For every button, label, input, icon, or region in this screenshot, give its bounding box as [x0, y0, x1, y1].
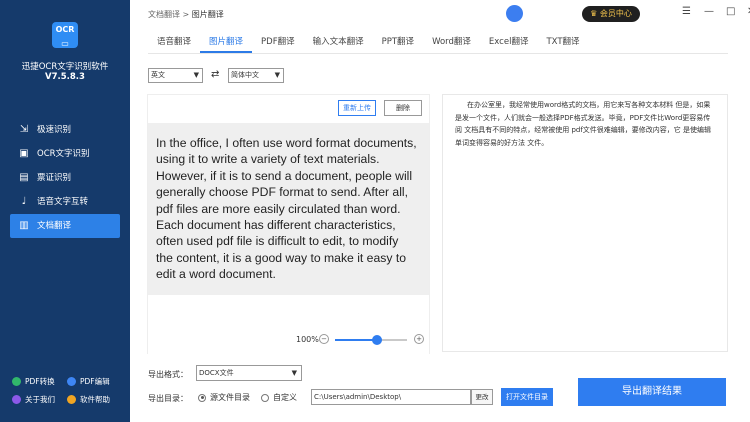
sidebar: OCR ▭ 迅捷OCR文字识别软件 V7.5.8.3 ⇲ 极速识别 ▣ OCR文字识别… — [0, 0, 130, 422]
zoom-slider-handle[interactable] — [371, 335, 382, 345]
speed-icon: ⇲ — [19, 124, 29, 135]
tab-word[interactable]: Word翻译 — [423, 30, 480, 53]
export-dir-label: 导出目录： — [148, 394, 188, 403]
sidebar-nav: ⇲ 极速识别 ▣ OCR文字识别 ▤ 票证识别 ♩ 语音文字互转 ▥ 文档翻译 — [10, 118, 120, 238]
sidebar-item-label: 语音文字互转 — [37, 197, 89, 207]
swap-language-icon[interactable]: ⇄ — [211, 69, 219, 80]
target-language-select[interactable]: 简体中文 ▼ — [228, 68, 284, 83]
translation-panel: 在办公室里，我经常使用word格式的文档，用它来写各种文本材料 但是，如果是发一… — [442, 94, 728, 352]
sidebar-item-label: OCR文字识别 — [37, 149, 90, 159]
radio-source-dir[interactable]: 源文件目录 — [198, 392, 250, 403]
sidebar-item-doc-translate[interactable]: ▥ 文档翻译 — [10, 214, 120, 238]
delete-button[interactable]: 删除 — [384, 100, 422, 116]
translated-text: 在办公室里，我经常使用word格式的文档，用它来写各种文本材料 但是，如果是发一… — [455, 101, 712, 147]
app-logo: OCR ▭ — [52, 22, 78, 48]
tab-pdf[interactable]: PDF翻译 — [252, 30, 304, 53]
help-icon — [67, 395, 76, 404]
sidebar-item-speech[interactable]: ♩ 语音文字互转 — [10, 190, 120, 214]
reupload-button[interactable]: 重新上传 — [338, 100, 376, 116]
tab-image[interactable]: 图片翻译 — [200, 30, 253, 53]
export-path-input[interactable]: C:\Users\admin\Desktop\ — [311, 389, 471, 405]
breadcrumb: 文档翻译 > 图片翻译 — [148, 10, 224, 19]
tab-txt[interactable]: TXT翻译 — [537, 30, 588, 53]
topbar: 文档翻译 > 图片翻译 ♛ 会员中心 ☰ — □ ✕ — [130, 0, 750, 28]
zoom-label: 100% — [296, 335, 319, 344]
app-version: V7.5.8.3 — [45, 72, 85, 82]
ticket-icon: ▤ — [19, 172, 29, 183]
radio-custom-dir-indicator — [261, 393, 269, 402]
sidebar-item-ticket[interactable]: ▤ 票证识别 — [10, 166, 120, 190]
about-link[interactable]: 关于我们 — [12, 394, 67, 405]
doc-icon: ▥ — [19, 220, 29, 231]
user-avatar[interactable] — [506, 5, 523, 22]
pdf-convert-icon — [12, 377, 21, 386]
change-path-button[interactable]: 更改 — [471, 389, 493, 405]
radio-custom-dir[interactable]: 自定义 — [261, 392, 297, 403]
radio-source-dir-indicator — [198, 393, 206, 402]
mic-icon: ♩ — [21, 196, 27, 207]
sidebar-item-fast-recognition[interactable]: ⇲ 极速识别 — [10, 118, 120, 142]
pdf-edit-link[interactable]: PDF编辑 — [67, 376, 122, 387]
sidebar-item-label: 票证识别 — [37, 173, 72, 183]
export-result-button[interactable]: 导出翻译结果 — [578, 378, 726, 406]
sidebar-item-ocr[interactable]: ▣ OCR文字识别 — [10, 142, 120, 166]
maximize-icon[interactable]: □ — [726, 6, 735, 17]
tab-excel[interactable]: Excel翻译 — [480, 30, 538, 53]
menu-icon[interactable]: ☰ — [682, 6, 691, 17]
pdf-edit-icon — [67, 377, 76, 386]
source-text: In the office, I often use word format d… — [156, 136, 417, 282]
tab-input-text[interactable]: 输入文本翻译 — [304, 30, 373, 53]
sidebar-bottom-links: PDF转换 PDF编辑 关于我们 软件帮助 — [12, 376, 122, 405]
source-language-select[interactable]: 英文 ▼ — [148, 68, 203, 83]
sidebar-item-label: 文档翻译 — [37, 221, 72, 231]
about-icon — [12, 395, 21, 404]
zoom-out-button[interactable]: − — [319, 334, 329, 344]
export-format-label: 导出格式： — [148, 370, 188, 379]
vip-center-button[interactable]: ♛ 会员中心 — [582, 6, 640, 22]
source-panel: 重新上传 删除 In the office, I often use word … — [147, 94, 430, 355]
pdf-convert-link[interactable]: PDF转换 — [12, 376, 67, 387]
sidebar-item-label: 极速识别 — [37, 125, 72, 135]
zoom-slider-fill — [335, 339, 377, 341]
app-name: 迅捷OCR文字识别软件 — [21, 62, 109, 72]
minimize-icon[interactable]: — — [704, 6, 714, 17]
translation-tabs: 语音翻译 图片翻译 PDF翻译 输入文本翻译 PPT翻译 Word翻译 Exce… — [148, 30, 728, 54]
tab-ppt[interactable]: PPT翻译 — [373, 30, 423, 53]
tab-voice[interactable]: 语音翻译 — [148, 30, 200, 53]
zoom-slider[interactable] — [335, 335, 407, 345]
export-format-select[interactable]: DOCX文件 ▼ — [196, 365, 302, 381]
zoom-in-button[interactable]: + — [414, 334, 424, 344]
source-panel-footer — [148, 295, 429, 355]
open-folder-button[interactable]: 打开文件目录 — [501, 388, 553, 406]
help-link[interactable]: 软件帮助 — [67, 394, 122, 405]
scan-icon: ▣ — [19, 148, 29, 159]
